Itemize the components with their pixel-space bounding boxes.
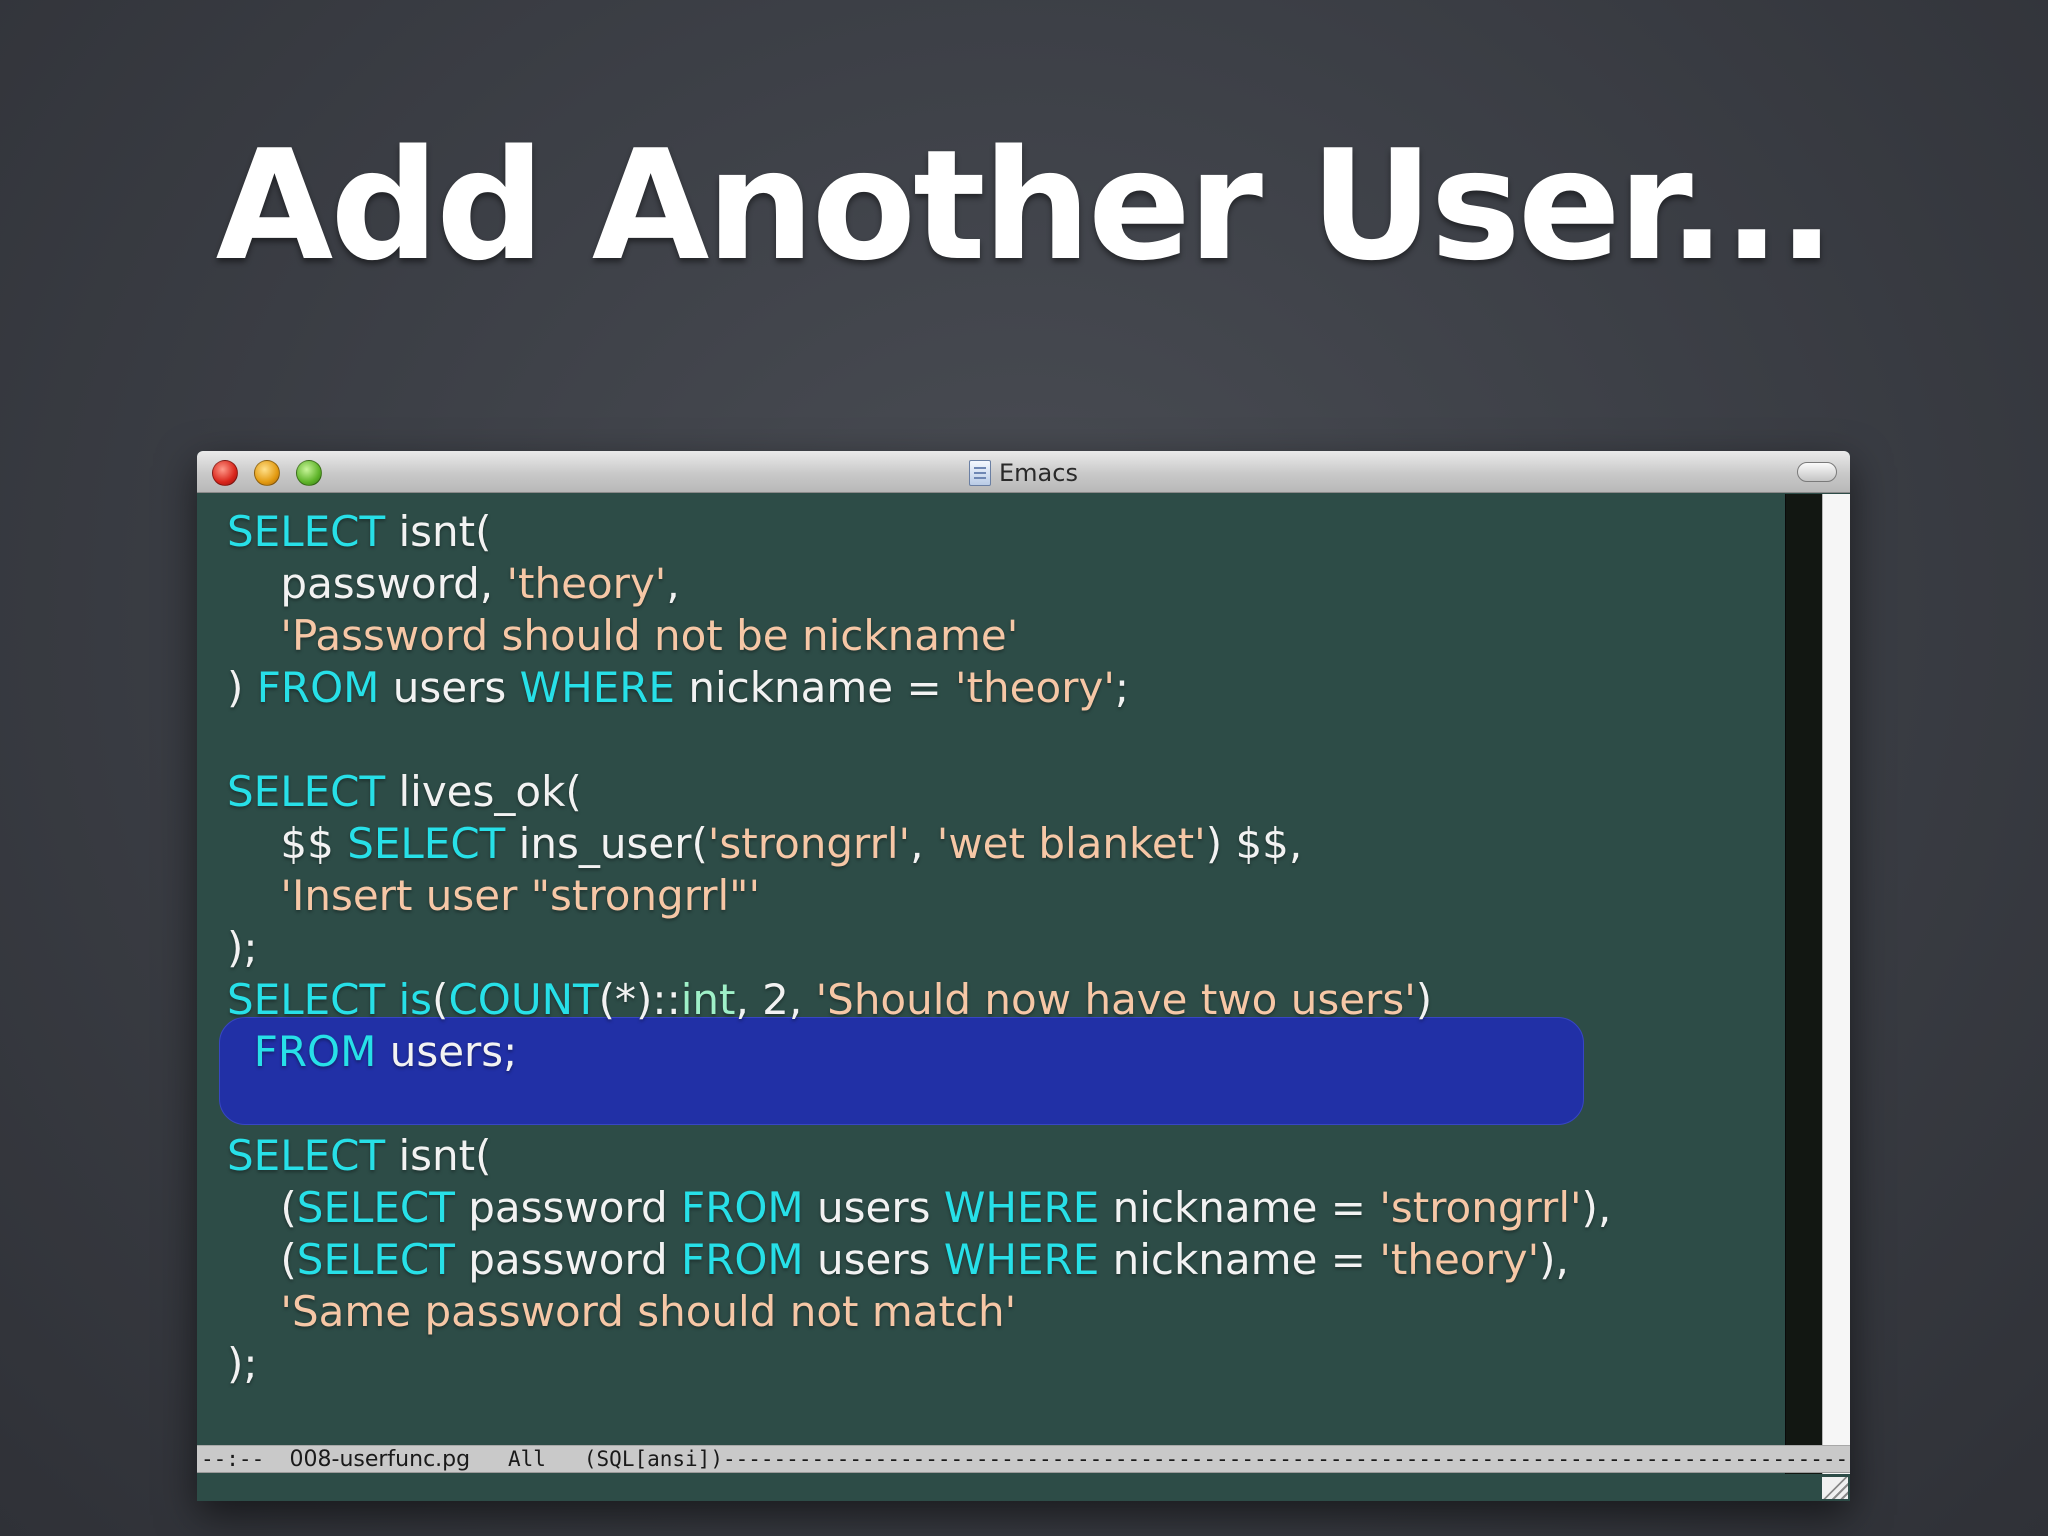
window-title: Emacs [197, 459, 1850, 487]
code-token: nickname = [1099, 1235, 1380, 1284]
string-token: 'wet blanket' [936, 819, 1206, 868]
fringe [1785, 494, 1822, 1494]
code-token: ( [227, 1235, 297, 1284]
code-token: ins_user( [505, 819, 708, 868]
modeline-filename: 008-userfunc.pg [289, 1447, 471, 1472]
window-titlebar[interactable]: Emacs [197, 451, 1850, 493]
string-token: 'strongrrl' [707, 819, 911, 868]
document-icon [969, 460, 992, 486]
code-token: isnt( [385, 507, 492, 556]
keyword-token: FROM [681, 1235, 804, 1284]
mode-line: --:-- 008-userfunc.pg All (SQL[ansi])---… [197, 1445, 1850, 1473]
vertical-scrollbar[interactable] [1822, 494, 1850, 1494]
code-token: ) [1415, 975, 1433, 1024]
window-title-text: Emacs [999, 459, 1078, 487]
code-token: lives_ok( [385, 767, 582, 816]
code-token: , [666, 559, 680, 608]
keyword-token: FROM [253, 1027, 377, 1076]
code-token: isnt( [385, 1131, 492, 1180]
keyword-token: WHERE [943, 1183, 1100, 1232]
code-token: password [454, 1183, 682, 1232]
code-token: ); [227, 923, 258, 972]
code-line: 'Password should not be nickname' [227, 610, 1611, 662]
code-line: ); [227, 1338, 1611, 1390]
keyword-token: WHERE [943, 1235, 1100, 1284]
code-token: ); [227, 1339, 258, 1388]
code-line: (SELECT password FROM users WHERE nickna… [227, 1182, 1611, 1234]
string-token: 'theory' [506, 559, 667, 608]
code-line: FROM users; [227, 1026, 1611, 1078]
code-token: users; [376, 1027, 518, 1076]
code-line: SELECT isnt( [227, 506, 1611, 558]
modeline-position: All [470, 1447, 584, 1471]
code-token: ( [227, 1183, 297, 1232]
code-line: (SELECT password FROM users WHERE nickna… [227, 1234, 1611, 1286]
code-token: (*):: [598, 975, 681, 1024]
string-token: 'Same password should not match' [280, 1287, 1017, 1336]
modeline-mode: (SQL[ansi]) [583, 1447, 723, 1471]
string-token: 'Password should not be nickname' [280, 611, 1019, 660]
string-token: 'Insert user "strongrrl"' [280, 871, 761, 920]
keyword-token: SELECT [296, 1235, 455, 1284]
code-line: 'Same password should not match' [227, 1286, 1611, 1338]
keyword-token: SELECT [347, 819, 506, 868]
slide-title: Add Another User... [215, 117, 1836, 294]
editor-buffer[interactable]: SELECT isnt( password, 'theory', 'Passwo… [197, 494, 1785, 1494]
code-token: ), [1581, 1183, 1612, 1232]
keyword-token: SELECT [227, 507, 386, 556]
code-token: ; [1114, 663, 1130, 712]
code-line: SELECT lives_ok( [227, 766, 1611, 818]
code-token: , 2, [735, 975, 816, 1024]
resize-grip-icon[interactable] [1822, 1477, 1848, 1499]
code-token: password, [227, 559, 507, 608]
code-token: , [910, 819, 937, 868]
keyword-token: SELECT [227, 975, 386, 1024]
keyword-token: COUNT [448, 975, 599, 1024]
code-token: password [454, 1235, 682, 1284]
code-token: ) [227, 663, 257, 712]
minibuffer[interactable] [197, 1474, 1850, 1501]
string-token: 'strongrrl' [1379, 1183, 1582, 1232]
code-line: ) FROM users WHERE nickname = 'theory'; [227, 662, 1611, 714]
string-token: 'Should now have two users' [815, 975, 1416, 1024]
code-token: users [379, 663, 520, 712]
code-line: SELECT is(COUNT(*)::int, 2, 'Should now … [227, 974, 1611, 1026]
code-line: password, 'theory', [227, 558, 1611, 610]
code-line: $$ SELECT ins_user('strongrrl', 'wet bla… [227, 818, 1611, 870]
code-token: nickname = [674, 663, 956, 712]
code-text[interactable]: SELECT isnt( password, 'theory', 'Passwo… [227, 506, 1611, 1390]
modeline-fill: ----------------------------------------… [722, 1447, 1850, 1471]
keyword-token: SELECT [227, 1131, 386, 1180]
type-token: int [680, 975, 736, 1024]
keyword-token: is [398, 975, 433, 1024]
toolbar-toggle-button[interactable] [1797, 462, 1837, 482]
code-line: SELECT isnt( [227, 1130, 1611, 1182]
code-token: $$ [227, 819, 348, 868]
code-token: users [803, 1235, 944, 1284]
string-token: 'theory' [1379, 1235, 1540, 1284]
code-token: nickname = [1099, 1183, 1380, 1232]
code-token: ), [1539, 1235, 1569, 1284]
string-token: 'theory' [955, 663, 1115, 712]
keyword-token: SELECT [296, 1183, 455, 1232]
keyword-token: WHERE [519, 663, 675, 712]
keyword-token: FROM [681, 1183, 804, 1232]
emacs-window: Emacs SELECT isnt( password, 'theory', '… [197, 451, 1850, 1501]
code-token: ( [432, 975, 449, 1024]
keyword-token: FROM [256, 663, 380, 712]
code-token: users [803, 1183, 944, 1232]
code-line: 'Insert user "strongrrl"' [227, 870, 1611, 922]
keyword-token: SELECT [227, 767, 386, 816]
code-token: ) $$, [1205, 819, 1303, 868]
modeline-prefix: --:-- [201, 1447, 290, 1471]
code-line: ); [227, 922, 1611, 974]
